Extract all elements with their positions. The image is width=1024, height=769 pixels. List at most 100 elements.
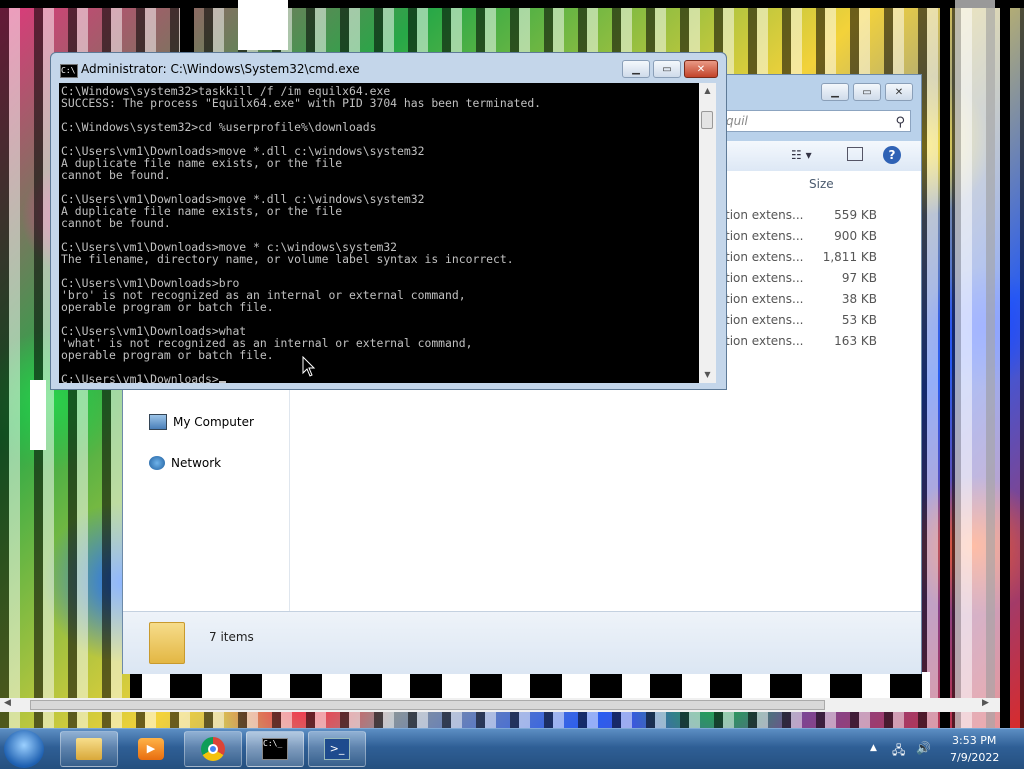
mouse-pointer-icon [302,356,316,377]
console-prompt-line[interactable]: C:\Users\vm1\Downloads> [61,373,699,383]
preview-pane-icon[interactable] [847,147,863,161]
glitch-stripe [955,0,995,728]
close-icon: ✕ [696,63,706,75]
computer-icon [149,414,167,430]
glitch-stripe [130,672,930,698]
file-type: tion extens... [725,229,804,243]
taskbar-explorer-button[interactable] [60,731,118,767]
network-icon [149,456,165,470]
cmd-icon: C:\_ [262,738,288,760]
size-header-label: Size [809,177,834,191]
console-line: cannot be found. [61,168,171,182]
console-output[interactable]: C:\Windows\system32>taskkill /f /im equi… [59,83,699,383]
file-type: tion extens... [725,334,804,348]
glitch-stripe [1000,0,1010,728]
file-size: 559 KB [834,208,877,222]
cmd-window-controls: ▁ ▭ ✕ [622,60,718,78]
glitch-stripe [180,0,194,60]
file-type: tion extens... [725,250,804,264]
scroll-left-icon[interactable]: ◀ [4,698,11,708]
taskbar-cmd-button[interactable]: C:\_ [246,731,304,767]
glitch-stripe [940,0,950,728]
nav-item-my-computer[interactable]: My Computer [149,414,254,430]
file-row[interactable]: tion extens... 38 KB [725,289,921,310]
show-hidden-icons-icon[interactable]: ▲ [870,743,877,753]
close-icon: ✕ [894,86,904,98]
text-cursor [218,381,226,383]
file-type: tion extens... [725,313,804,327]
glitch-stripe [30,380,46,450]
scroll-thumb[interactable] [701,111,713,129]
taskbar-powershell-button[interactable]: >_ [308,731,366,767]
cmd-icon: C:\ [60,64,78,78]
nav-item-network[interactable]: Network [149,456,221,470]
scroll-right-icon[interactable]: ▶ [982,698,989,708]
file-size: 1,811 KB [822,250,877,264]
clock-date[interactable]: 7/9/2022 [950,751,999,764]
console-line: C:\Windows\system32>cd %userprofile%\dow… [61,120,377,134]
help-icon[interactable]: ? [883,146,901,164]
folder-icon [149,622,185,664]
glitch-stripe [238,0,288,50]
folder-icon [76,738,102,760]
file-row[interactable]: tion extens... 559 KB [725,205,921,226]
console-line: operable program or batch file. [61,300,274,314]
taskbar-chrome-button[interactable] [184,731,242,767]
clock-time[interactable]: 3:53 PM [952,734,996,747]
file-type: tion extens... [725,292,804,306]
nav-label: My Computer [173,415,254,429]
file-size: 163 KB [834,334,877,348]
close-button[interactable]: ✕ [684,60,718,78]
console-line: operable program or batch file. [61,348,274,362]
console-line: SUCCESS: The process "Equilx64.exe" with… [61,96,542,110]
nav-label: Network [171,456,222,470]
system-tray: ▲ 🖧 🔊 3:53 PM 7/9/2022 [866,729,1024,769]
file-size: 97 KB [841,271,877,285]
network-icon[interactable]: 🖧 [892,741,905,762]
minimize-icon: ▁ [632,63,640,75]
powershell-icon: >_ [324,738,350,760]
desktop-horizontal-scrollbar[interactable]: ◀ ▶ [0,698,1000,712]
file-size: 38 KB [841,292,877,306]
file-row[interactable]: tion extens... 97 KB [725,268,921,289]
taskbar: ▶ C:\_ >_ ▲ 🖧 🔊 3:53 PM 7/9/2022 [0,728,1024,769]
console-prompt: C:\Users\vm1\Downloads> [61,372,219,383]
minimize-button[interactable]: ▁ [821,83,849,101]
search-icon[interactable]: ⚲ [895,113,905,133]
start-orb-icon[interactable] [4,730,44,768]
taskbar-media-player-button[interactable]: ▶ [122,731,180,767]
column-header-size[interactable]: Size [725,171,921,195]
file-row[interactable]: tion extens... 53 KB [725,310,921,331]
explorer-window-controls: ▁ ▭ ✕ [821,83,913,101]
file-type: tion extens... [725,208,804,222]
file-row[interactable]: tion extens... 900 KB [725,226,921,247]
cmd-scrollbar[interactable]: ▲ ▼ [699,83,716,383]
cmd-titlebar[interactable]: C:\ Administrator: C:\Windows\System32\c… [51,53,726,83]
minimize-button[interactable]: ▁ [622,60,650,78]
maximize-icon: ▭ [862,86,872,98]
media-player-icon: ▶ [138,738,164,760]
close-button[interactable]: ✕ [885,83,913,101]
file-size: 900 KB [834,229,877,243]
scroll-down-icon[interactable]: ▼ [699,367,716,383]
maximize-icon: ▭ [662,63,672,75]
search-input[interactable]: quil ⚲ [721,110,911,132]
file-type: tion extens... [725,271,804,285]
scroll-thumb[interactable] [30,700,825,710]
console-line: The filename, directory name, or volume … [61,252,514,266]
file-row[interactable]: tion extens... 1,811 KB [725,247,921,268]
item-count: 7 items [209,630,254,644]
file-list: Size tion extens... 559 KB tion extens...… [725,171,921,471]
file-row[interactable]: tion extens... 163 KB [725,331,921,352]
maximize-button[interactable]: ▭ [853,83,881,101]
maximize-button[interactable]: ▭ [653,60,681,78]
volume-icon[interactable]: 🔊 [916,741,931,755]
cmd-window[interactable]: C:\ Administrator: C:\Windows\System32\c… [50,52,727,390]
scroll-up-icon[interactable]: ▲ [699,83,716,99]
chrome-icon [201,737,225,761]
view-options-icon[interactable]: ☷ ▾ [791,148,812,162]
minimize-icon: ▁ [831,86,839,98]
details-pane: 7 items [123,611,921,674]
window-title: Administrator: C:\Windows\System32\cmd.e… [81,62,360,76]
glitch-stripe [0,0,1024,8]
